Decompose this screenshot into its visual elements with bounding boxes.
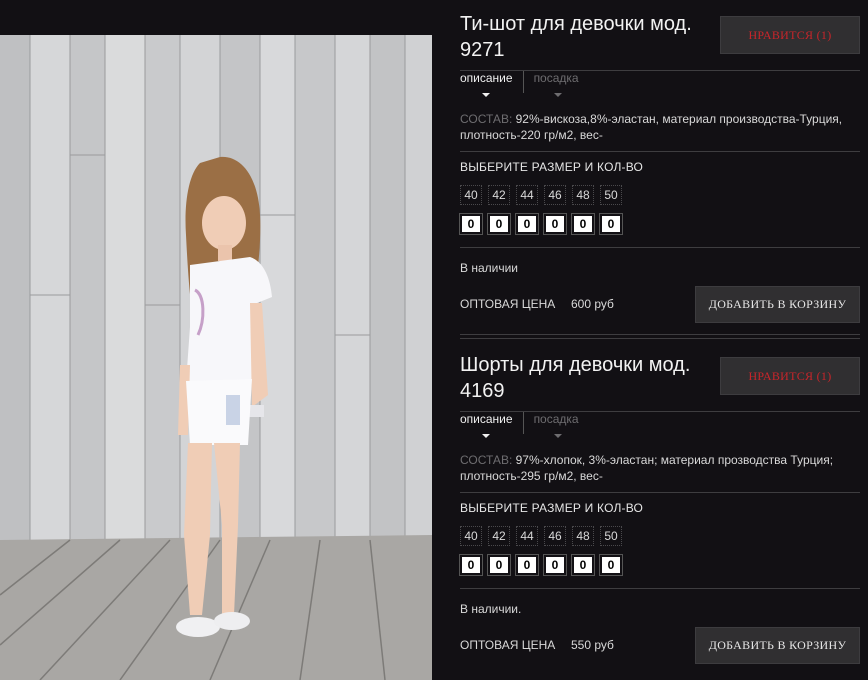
quantity-input[interactable]: 0 (599, 554, 623, 576)
product-photo (0, 35, 432, 680)
composition-label: СОСТАВ: (460, 112, 513, 126)
tab-label: посадка (533, 71, 579, 85)
quantity-input[interactable]: 0 (571, 213, 595, 235)
size-option: 50 (600, 185, 622, 205)
size-option: 48 (572, 185, 594, 205)
caret-down-icon (554, 434, 563, 438)
composition-text: СОСТАВ: 97%-хлопок, 3%-эластан; материал… (460, 452, 860, 484)
size-list: 40 42 44 46 48 50 (460, 185, 628, 205)
size-option: 50 (600, 526, 622, 546)
caret-down-icon (482, 434, 491, 438)
quantity-input[interactable]: 0 (487, 554, 511, 576)
divider (460, 492, 860, 493)
stock-status: В наличии (460, 261, 519, 275)
size-option: 40 (460, 185, 482, 205)
quantity-input[interactable]: 0 (487, 213, 511, 235)
add-to-cart-button[interactable]: ДОБАВИТЬ В КОРЗИНУ (695, 627, 860, 664)
quantity-input[interactable]: 0 (571, 554, 595, 576)
quantity-input[interactable]: 0 (599, 213, 623, 235)
product-title: Шорты для девочки мод. 4169 (460, 354, 691, 402)
caret-down-icon (482, 93, 491, 97)
quantity-list: 0 0 0 0 0 0 (459, 554, 628, 576)
divider (460, 247, 860, 248)
size-option: 46 (544, 185, 566, 205)
composition-value: 97%-хлопок, 3%-эластан; материал прозвод… (460, 453, 834, 483)
price-value: 600 руб (571, 297, 614, 311)
quantity-input[interactable]: 0 (515, 554, 539, 576)
size-option: 42 (488, 185, 510, 205)
tabs: описание посадка (460, 71, 589, 101)
price-value: 550 руб (571, 638, 614, 652)
size-option: 44 (516, 185, 538, 205)
quantity-list: 0 0 0 0 0 0 (459, 213, 628, 235)
tab-label: посадка (533, 412, 579, 426)
caret-down-icon (554, 93, 563, 97)
like-button[interactable]: НРАВИТСЯ (1) (720, 357, 860, 395)
size-option: 40 (460, 526, 482, 546)
divider (460, 151, 860, 152)
size-option: 44 (516, 526, 538, 546)
product-title: Ти-шот для девочки мод. 9271 (460, 13, 692, 61)
quantity-input[interactable]: 0 (515, 213, 539, 235)
quantity-input[interactable]: 0 (543, 554, 567, 576)
composition-label: СОСТАВ: (460, 453, 513, 467)
tab-fit[interactable]: посадка (522, 71, 589, 97)
like-button[interactable]: НРАВИТСЯ (1) (720, 16, 860, 54)
divider (460, 338, 860, 339)
composition-value: 92%-вискоза,8%-эластан, материал произво… (460, 112, 843, 142)
price-label: ОПТОВАЯ ЦЕНА (460, 638, 556, 652)
add-to-cart-button[interactable]: ДОБАВИТЬ В КОРЗИНУ (695, 286, 860, 323)
size-option: 42 (488, 526, 510, 546)
size-option: 48 (572, 526, 594, 546)
tabs: описание посадка (460, 412, 589, 442)
size-list: 40 42 44 46 48 50 (460, 526, 628, 546)
quantity-input[interactable]: 0 (459, 213, 483, 235)
size-option: 46 (544, 526, 566, 546)
divider (460, 334, 860, 335)
size-heading: ВЫБЕРИТЕ РАЗМЕР И КОЛ-ВО (460, 160, 644, 174)
composition-text: СОСТАВ: 92%-вискоза,8%-эластан, материал… (460, 111, 860, 143)
tab-description[interactable]: описание (460, 71, 523, 97)
quantity-input[interactable]: 0 (543, 213, 567, 235)
tab-description[interactable]: описание (460, 412, 523, 438)
divider (460, 588, 860, 589)
size-heading: ВЫБЕРИТЕ РАЗМЕР И КОЛ-ВО (460, 501, 644, 515)
quantity-input[interactable]: 0 (459, 554, 483, 576)
tab-label: описание (460, 412, 513, 426)
tab-fit[interactable]: посадка (522, 412, 589, 438)
tab-label: описание (460, 71, 513, 85)
price-label: ОПТОВАЯ ЦЕНА (460, 297, 556, 311)
stock-status: В наличии. (460, 602, 522, 616)
